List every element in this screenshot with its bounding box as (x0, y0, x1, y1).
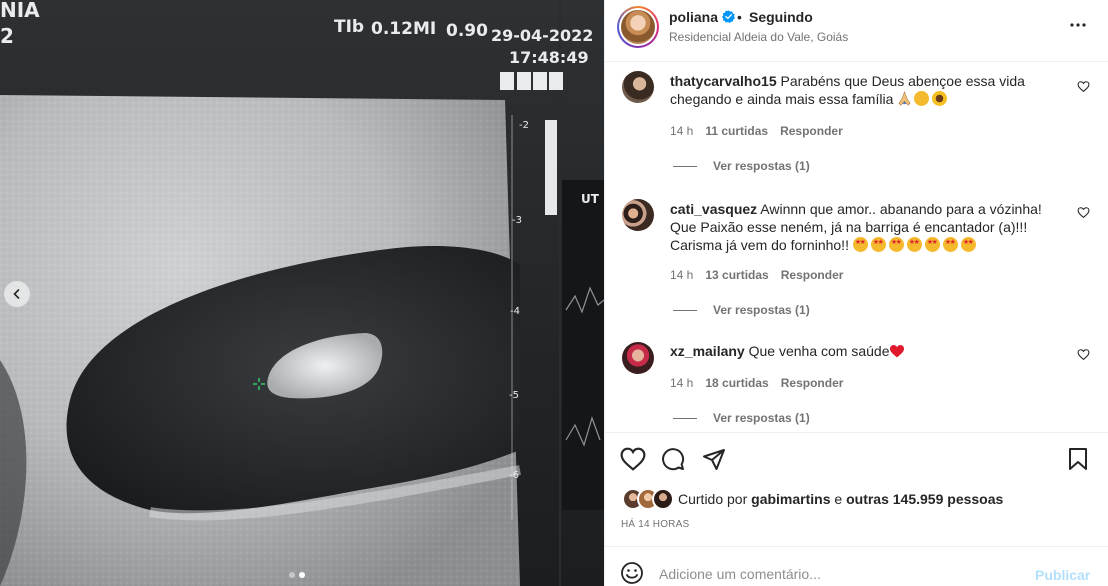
view-replies-label: Ver respostas (1) (713, 303, 810, 317)
ultrasound-label-second: 2 (0, 24, 14, 48)
comment-meta: 14 h 13 curtidas Responder (670, 268, 843, 282)
star-struck-emoji-icon (942, 237, 958, 252)
tib-label: TIb (334, 17, 365, 37)
like-comment-heart-icon[interactable] (1077, 348, 1090, 361)
depth-tick: -4 (510, 306, 520, 317)
commenter-username[interactable]: thatycarvalho15 (670, 73, 777, 89)
view-replies-button[interactable]: Ver respostas (1) (673, 411, 810, 425)
view-replies-label: Ver respostas (1) (713, 411, 810, 425)
depth-tick: -2 (519, 120, 529, 131)
author-username[interactable]: poliana (669, 9, 718, 25)
star-struck-emoji-icon (924, 237, 940, 252)
separator-dot: • (737, 9, 742, 25)
mi-value: 0.90 (446, 21, 488, 41)
comment-time[interactable]: 14 h (670, 124, 693, 138)
post-location[interactable]: Residencial Aldeia do Vale, Goiás (669, 30, 848, 44)
star-struck-emoji-icon (870, 237, 886, 252)
star-struck-emoji-icon (906, 237, 922, 252)
post-media: NIA 2 TIb 0.12 MI 0.90 29-04-2022 17:48:… (0, 0, 604, 586)
emoji-picker-icon[interactable] (620, 561, 644, 585)
sunflower-emoji-icon (932, 91, 948, 106)
comment-meta: 14 h 11 curtidas Responder (670, 124, 843, 138)
post-actions (605, 432, 1108, 486)
chevron-left-icon (13, 289, 20, 299)
smile-emoji-icon (914, 91, 930, 106)
ultrasound-photo (0, 0, 604, 586)
liker-avatar (652, 488, 674, 510)
reply-button[interactable]: Responder (781, 376, 844, 390)
more-options-icon[interactable] (1067, 14, 1089, 36)
post-time-ago[interactable]: HÁ 14 HORAS (621, 519, 689, 530)
verified-badge-icon (722, 10, 735, 23)
comment-meta: 14 h 18 curtidas Responder (670, 376, 843, 390)
author-avatar[interactable] (617, 6, 659, 48)
comment-text-block: xz_mailany Que venha com saúde (670, 342, 1065, 360)
comment-input[interactable] (659, 561, 1029, 586)
like-heart-icon[interactable] (620, 447, 646, 471)
mi-label: MI (413, 19, 437, 39)
reply-button[interactable]: Responder (781, 268, 844, 282)
share-send-icon[interactable] (702, 447, 726, 471)
comment-likes[interactable]: 18 curtidas (705, 376, 768, 390)
carousel-prev-button[interactable] (4, 281, 30, 307)
comment-emojis (897, 91, 950, 107)
comment-emojis (852, 237, 979, 253)
add-comment-bar: Publicar (605, 546, 1108, 586)
comment-time[interactable]: 14 h (670, 268, 693, 282)
carousel-dot-active (299, 572, 305, 578)
replies-divider (673, 165, 697, 167)
reply-button[interactable]: Responder (780, 124, 843, 138)
comments-list[interactable]: thatycarvalho15 Parabéns que Deus abenço… (605, 62, 1108, 432)
depth-tick: -3 (512, 215, 522, 226)
exam-time: 17:48:49 (509, 48, 589, 67)
liked-by-others[interactable]: outras 145.959 pessoas (846, 491, 1003, 507)
star-struck-emoji-icon (852, 237, 868, 252)
ultrasound-label-top: NIA (0, 0, 40, 22)
liked-by-user[interactable]: gabimartins (751, 491, 830, 507)
comment-text-block: thatycarvalho15 Parabéns que Deus abenço… (670, 72, 1065, 108)
right-panel-label: UT D (581, 192, 604, 206)
liked-by-prefix: Curtido por (678, 491, 748, 507)
post-header: poliana • Seguindo Residencial Aldeia do… (605, 0, 1108, 62)
exam-date: 29-04-2022 (491, 26, 594, 45)
comment-time[interactable]: 14 h (670, 376, 693, 390)
comment-likes[interactable]: 13 curtidas (705, 268, 768, 282)
star-struck-emoji-icon (888, 237, 904, 252)
depth-tick: -5 (509, 390, 519, 401)
commenter-avatar[interactable] (622, 71, 654, 103)
save-bookmark-icon[interactable] (1067, 447, 1089, 471)
comment-text-block: cati_vasquez Awinnn que amor.. abanando … (670, 200, 1065, 254)
comment-icon[interactable] (661, 447, 685, 471)
depth-tick: -6 (509, 470, 519, 481)
replies-divider (673, 309, 697, 311)
comment-text: Que venha com saúde (748, 343, 890, 359)
view-replies-button[interactable]: Ver respostas (1) (673, 303, 810, 317)
tib-value: 0.12 (371, 19, 413, 39)
carousel-dot (289, 572, 295, 578)
view-replies-button[interactable]: Ver respostas (1) (673, 159, 810, 173)
like-comment-heart-icon[interactable] (1077, 206, 1090, 219)
commenter-avatar[interactable] (622, 342, 654, 374)
red-heart-emoji-icon (890, 344, 905, 358)
liked-by-and: e (834, 491, 843, 507)
post-panel: poliana • Seguindo Residencial Aldeia do… (604, 0, 1108, 586)
replies-divider (673, 417, 697, 419)
commenter-username[interactable]: xz_mailany (670, 343, 745, 359)
like-comment-heart-icon[interactable] (1077, 80, 1090, 93)
liker-avatars[interactable] (622, 488, 678, 510)
publish-button[interactable]: Publicar (1035, 567, 1090, 583)
following-button[interactable]: Seguindo (749, 9, 813, 25)
star-struck-emoji-icon (960, 237, 976, 252)
comment-likes[interactable]: 11 curtidas (705, 124, 768, 138)
liked-by-text: Curtido por gabimartins e outras 145.959… (678, 491, 1003, 507)
pray-icon (898, 91, 911, 106)
carousel-indicator (289, 572, 305, 578)
view-replies-label: Ver respostas (1) (713, 159, 810, 173)
commenter-avatar[interactable] (622, 199, 654, 231)
likes-summary: Curtido por gabimartins e outras 145.959… (605, 486, 1108, 516)
commenter-username[interactable]: cati_vasquez (670, 201, 757, 217)
